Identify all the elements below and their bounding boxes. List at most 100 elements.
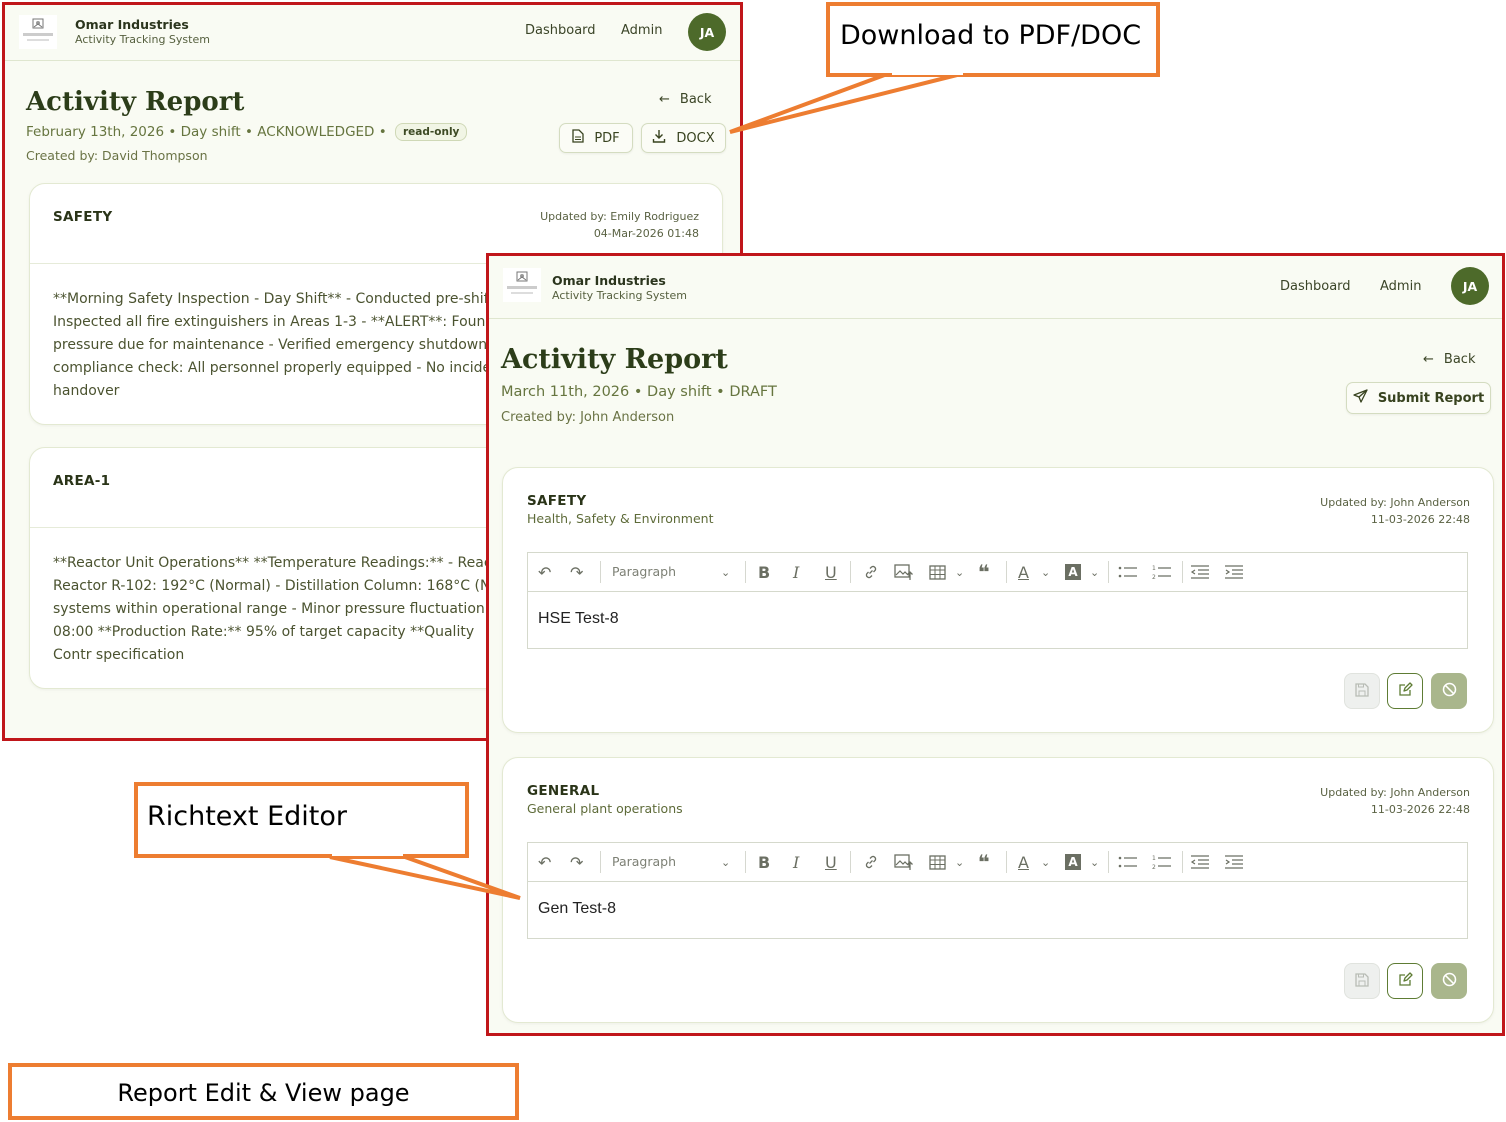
richtext-editor: ↶ ↷ Paragraph ⌄ B I U ⌄ ❝ A ⌄ A ⌄ — [527, 842, 1468, 939]
report-meta: February 13th, 2026 • Day shift • ACKNOW… — [26, 123, 468, 141]
send-icon — [1353, 388, 1368, 408]
company-logo — [503, 268, 541, 302]
outdent-icon[interactable] — [1190, 852, 1210, 872]
page-title: Activity Report — [501, 344, 728, 375]
svg-text:1: 1 — [1152, 565, 1156, 572]
chevron-down-icon[interactable]: ⌄ — [1090, 852, 1099, 872]
chevron-down-icon[interactable]: ⌄ — [955, 562, 964, 582]
section-updated-info: Updated by: Emily Rodriguez 04-Mar-2026 … — [540, 208, 699, 242]
updated-by: Updated by: John Anderson — [1320, 496, 1470, 509]
edit-button[interactable] — [1387, 673, 1423, 709]
link-icon[interactable] — [863, 852, 879, 872]
nav-dashboard-link[interactable]: Dashboard — [1280, 279, 1351, 294]
pdf-label: PDF — [594, 130, 620, 146]
section-subtitle: Health, Safety & Environment — [527, 511, 714, 526]
toolbar-separator — [600, 561, 601, 583]
pdf-download-button[interactable]: PDF — [559, 123, 633, 153]
updated-by: Updated by: John Anderson — [1320, 786, 1470, 799]
section-title: GENERAL — [527, 783, 600, 799]
block-format-select[interactable]: Paragraph — [612, 854, 676, 869]
app-subtitle: Activity Tracking System — [75, 33, 210, 46]
arrow-left-icon: ← — [1423, 352, 1434, 367]
indent-icon[interactable] — [1224, 562, 1244, 582]
highlight-color-icon[interactable]: A — [1065, 852, 1081, 872]
toolbar-separator — [1006, 561, 1007, 583]
image-upload-icon[interactable] — [894, 852, 914, 872]
created-by: Created by: David Thompson — [26, 148, 208, 163]
font-color-icon[interactable]: A — [1018, 852, 1029, 872]
section-title: AREA-1 — [53, 473, 111, 489]
blockquote-icon[interactable]: ❝ — [978, 850, 990, 874]
link-icon[interactable] — [863, 562, 879, 582]
outdent-icon[interactable] — [1190, 562, 1210, 582]
table-icon[interactable] — [929, 852, 946, 872]
user-avatar[interactable]: JA — [1451, 267, 1489, 305]
back-button[interactable]: ← Back — [1423, 352, 1475, 367]
report-meta-text: February 13th, 2026 • Day shift • ACKNOW… — [26, 124, 387, 140]
ban-icon — [1442, 682, 1457, 701]
redo-icon[interactable]: ↷ — [570, 852, 583, 872]
undo-icon[interactable]: ↶ — [538, 562, 551, 582]
underline-icon[interactable]: U — [825, 852, 837, 872]
richtext-editor: ↶ ↷ Paragraph ⌄ B I U ⌄ ❝ A ⌄ A ⌄ — [527, 552, 1468, 649]
toolbar-separator — [1108, 851, 1109, 873]
save-button[interactable] — [1344, 673, 1380, 709]
undo-icon[interactable]: ↶ — [538, 852, 551, 872]
download-callout-text: Download to PDF/DOC — [840, 20, 1142, 51]
toolbar-separator — [600, 851, 601, 873]
svg-text:1: 1 — [1152, 855, 1156, 862]
nav-admin-link[interactable]: Admin — [1380, 279, 1421, 294]
report-edit-window: Omar Industries Activity Tracking System… — [486, 253, 1505, 1036]
italic-icon[interactable]: I — [793, 562, 799, 582]
indent-icon[interactable] — [1224, 852, 1244, 872]
bold-icon[interactable]: B — [758, 562, 770, 582]
table-icon[interactable] — [929, 562, 946, 582]
chevron-down-icon[interactable]: ⌄ — [1041, 852, 1050, 872]
page-title: Activity Report — [26, 87, 245, 117]
page-caption-text: Report Edit & View page — [117, 1079, 410, 1107]
section-card-general: GENERAL General plant operations Updated… — [502, 757, 1494, 1023]
editor-content[interactable]: Gen Test-8 — [538, 900, 616, 918]
submit-report-button[interactable]: Submit Report — [1346, 382, 1491, 414]
underline-icon[interactable]: U — [825, 562, 837, 582]
page-caption-callout: Report Edit & View page — [8, 1063, 519, 1120]
blockquote-icon[interactable]: ❝ — [978, 560, 990, 584]
richtext-callout: Richtext Editor — [134, 782, 469, 858]
highlight-color-icon[interactable]: A — [1065, 562, 1081, 582]
chevron-down-icon[interactable]: ⌄ — [1041, 562, 1050, 582]
bulleted-list-icon[interactable] — [1118, 562, 1138, 582]
updated-at: 11-03-2026 22:48 — [1370, 803, 1470, 816]
save-button[interactable] — [1344, 963, 1380, 999]
numbered-list-icon[interactable]: 12 — [1152, 852, 1172, 872]
editor-content[interactable]: HSE Test-8 — [538, 610, 619, 628]
chevron-down-icon[interactable]: ⌄ — [721, 562, 730, 582]
read-only-badge: read-only — [395, 123, 468, 141]
nav-admin-link[interactable]: Admin — [621, 23, 662, 38]
toolbar-separator — [850, 851, 851, 873]
block-format-select[interactable]: Paragraph — [612, 564, 676, 579]
redo-icon[interactable]: ↷ — [570, 562, 583, 582]
chevron-down-icon[interactable]: ⌄ — [1090, 562, 1099, 582]
bold-icon[interactable]: B — [758, 852, 770, 872]
cancel-button[interactable] — [1431, 673, 1467, 709]
toolbar-separator — [1108, 561, 1109, 583]
docx-download-button[interactable]: DOCX — [641, 123, 726, 153]
top-navbar: Omar Industries Activity Tracking System… — [5, 5, 740, 61]
user-avatar[interactable]: JA — [688, 13, 726, 51]
numbered-list-icon[interactable]: 12 — [1152, 562, 1172, 582]
bulleted-list-icon[interactable] — [1118, 852, 1138, 872]
edit-button[interactable] — [1387, 963, 1423, 999]
section-subtitle: General plant operations — [527, 801, 683, 816]
image-upload-icon[interactable] — [894, 562, 914, 582]
company-logo — [19, 15, 57, 49]
nav-dashboard-link[interactable]: Dashboard — [525, 23, 596, 38]
chevron-down-icon[interactable]: ⌄ — [955, 852, 964, 872]
back-button[interactable]: ← Back — [659, 92, 711, 107]
chevron-down-icon[interactable]: ⌄ — [721, 852, 730, 872]
download-callout: Download to PDF/DOC — [826, 2, 1160, 77]
cancel-button[interactable] — [1431, 963, 1467, 999]
section-title: SAFETY — [53, 209, 113, 225]
section-body-text: **Morning Safety Inspection - Day Shift*… — [53, 291, 508, 399]
italic-icon[interactable]: I — [793, 852, 799, 872]
font-color-icon[interactable]: A — [1018, 562, 1029, 582]
